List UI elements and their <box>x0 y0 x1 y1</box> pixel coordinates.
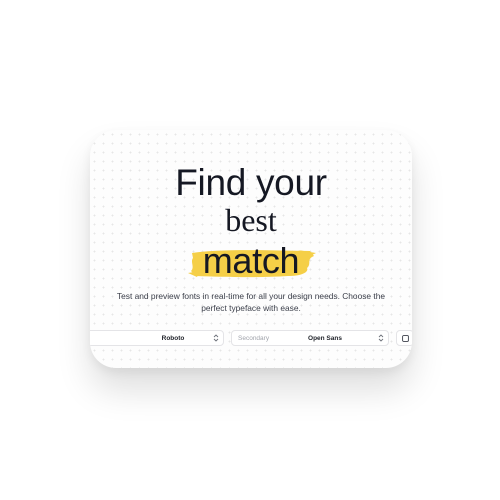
chevron-up-down-icon <box>209 334 223 342</box>
headline-line-3: match <box>202 240 300 281</box>
headline-line-1: Find your <box>175 162 327 203</box>
headline-line-2: best <box>225 202 277 238</box>
primary-font-select[interactable]: Roboto <box>90 330 224 346</box>
secondary-font-label: Secondary <box>238 334 270 342</box>
options-button[interactable] <box>396 330 412 346</box>
hero-card: Find your best match Test and preview fo… <box>90 130 412 368</box>
primary-font-value: Roboto <box>161 334 185 342</box>
headline-line-3-wrap: match <box>90 239 412 283</box>
square-icon <box>401 334 409 342</box>
description: Test and preview fonts in real-time for … <box>116 291 386 313</box>
secondary-font-select[interactable]: Secondary Open Sans <box>231 330 389 346</box>
chevron-up-down-icon <box>374 334 388 342</box>
secondary-font-value: Open Sans <box>308 334 342 342</box>
font-controls: Roboto Secondary Open Sans <box>90 330 412 348</box>
